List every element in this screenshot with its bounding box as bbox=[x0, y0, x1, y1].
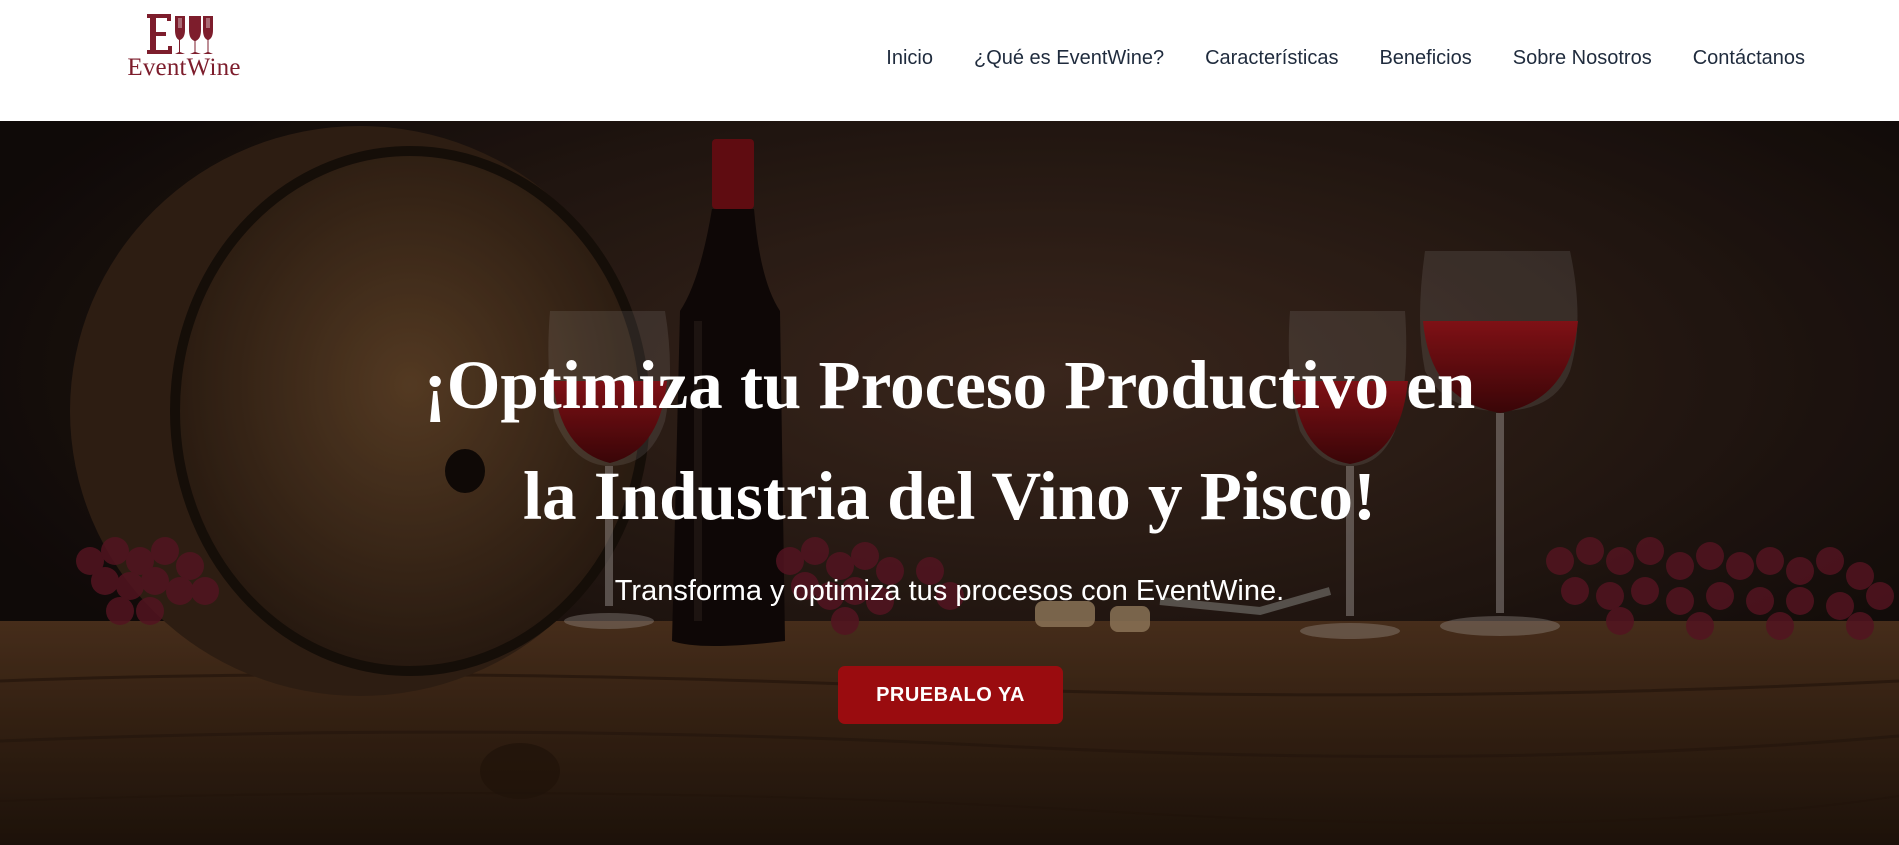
nav-item-que-es-eventwine[interactable]: ¿Qué es EventWine? bbox=[974, 47, 1164, 70]
hero-title: ¡Optimiza tu Proceso Productivo en la In… bbox=[0, 330, 1899, 552]
brand-name: EventWine bbox=[127, 54, 241, 81]
nav-item-sobre-nosotros[interactable]: Sobre Nosotros bbox=[1513, 47, 1652, 70]
nav-item-contactanos[interactable]: Contáctanos bbox=[1693, 47, 1805, 70]
hero-title-line-1: ¡Optimiza tu Proceso Productivo en bbox=[423, 347, 1476, 423]
brand-logo[interactable]: EventWine bbox=[122, 12, 246, 92]
ew-wine-glass-logo-icon bbox=[147, 14, 213, 54]
hero-title-line-2: la Industria del Vino y Pisco! bbox=[522, 458, 1377, 534]
nav-item-beneficios[interactable]: Beneficios bbox=[1379, 47, 1471, 70]
pruebalo-ya-button[interactable]: PRUEBALO YA bbox=[838, 666, 1063, 724]
top-navbar: EventWine Inicio ¿Qué es EventWine? Cara… bbox=[0, 0, 1899, 121]
nav-item-inicio[interactable]: Inicio bbox=[886, 47, 933, 70]
hero-section: ¡Optimiza tu Proceso Productivo en la In… bbox=[0, 121, 1899, 845]
main-nav: Inicio ¿Qué es EventWine? Característica… bbox=[845, 47, 1805, 70]
hero-subtitle: Transforma y optimiza tus procesos con E… bbox=[614, 575, 1285, 607]
nav-item-caracteristicas[interactable]: Características bbox=[1205, 47, 1338, 70]
